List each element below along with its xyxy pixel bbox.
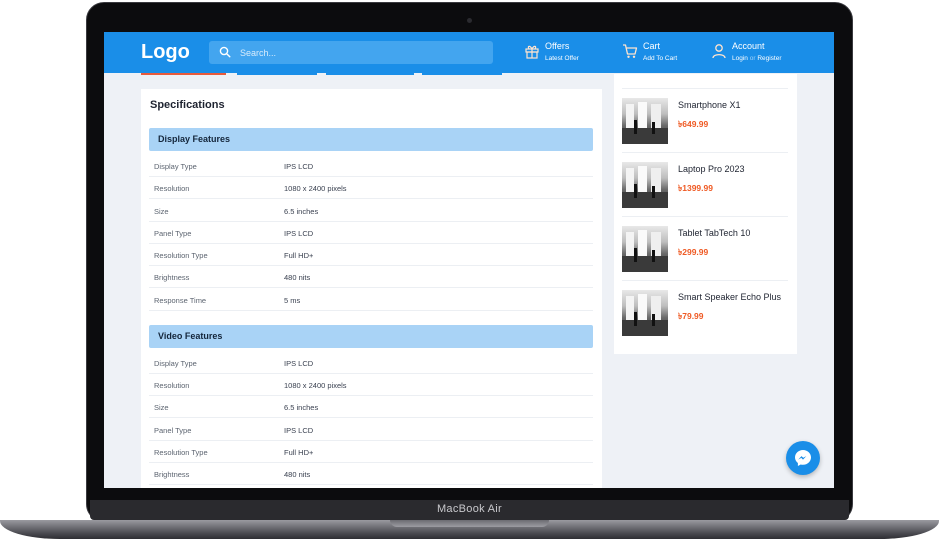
spec-row: Resolution Type Full HD+: [149, 441, 593, 463]
group-title: Display Features: [158, 134, 231, 144]
spec-value: 5 ms: [284, 296, 301, 305]
spec-key: Response Time: [154, 296, 207, 305]
tab-indicator: [326, 73, 414, 75]
product-price: ৳299.99: [678, 247, 709, 257]
browser-viewport[interactable]: Logo Offers Latest Offer: [104, 32, 834, 488]
spec-key: Size: [154, 207, 169, 216]
cart-icon: [623, 44, 638, 58]
spec-value: IPS LCD: [284, 162, 314, 171]
user-icon: [712, 44, 726, 59]
account-separator: or: [749, 55, 756, 62]
model-label: MacBook Air: [436, 503, 503, 515]
gift-icon: [525, 45, 539, 59]
site-logo[interactable]: Logo: [141, 41, 190, 64]
search-input[interactable]: [240, 41, 480, 64]
cart-title: Cart: [643, 41, 661, 51]
spec-row: Resolution 1080 x 2400 pixels: [149, 374, 593, 396]
login-link[interactable]: Login: [732, 55, 748, 62]
group-header-video: Video Features: [149, 325, 593, 348]
product-price: ৳649.99: [678, 119, 709, 129]
spec-row: Size 6.5 inches: [149, 200, 593, 222]
messenger-icon: [795, 450, 811, 466]
product-thumbnail[interactable]: [622, 162, 668, 208]
tab-indicator: [422, 73, 502, 75]
spec-value: 480 nits: [284, 273, 311, 282]
laptop-notch: [390, 520, 549, 527]
account-links: Login or Register: [732, 55, 782, 62]
spec-row: Brightness 480 nits: [149, 266, 593, 288]
product-price: ৳1399.99: [678, 183, 713, 193]
spec-key: Brightness: [154, 470, 190, 479]
related-products-panel: Smartphone X1 ৳649.99 Laptop Pro 2023 ৳1…: [614, 74, 797, 354]
account-title: Account: [732, 41, 765, 51]
specifications-panel: Specifications Display Features Display …: [141, 89, 602, 488]
account-menu[interactable]: Account Login or Register: [711, 40, 811, 66]
spec-value: IPS LCD: [284, 229, 314, 238]
register-link[interactable]: Register: [757, 55, 781, 62]
product-name[interactable]: Tablet TabTech 10: [678, 228, 750, 238]
spec-key: Panel Type: [154, 426, 192, 435]
spec-key: Resolution: [154, 381, 190, 390]
spec-key: Resolution Type: [154, 448, 208, 457]
product-item[interactable]: Laptop Pro 2023 ৳1399.99: [622, 152, 788, 216]
offers-title: Offers: [545, 41, 570, 51]
messenger-chat-button[interactable]: [786, 441, 820, 475]
search-icon: [219, 46, 231, 58]
offers-subtitle: Latest Offer: [545, 55, 579, 62]
cart-subtitle: Add To Cart: [643, 55, 678, 62]
spec-value: IPS LCD: [284, 359, 314, 368]
product-item[interactable]: Smart Speaker Echo Plus ৳79.99: [622, 280, 788, 344]
group-title: Video Features: [158, 331, 223, 341]
spec-value: Full HD+: [284, 448, 314, 457]
spec-row: Response Time 5 ms: [149, 289, 593, 311]
spec-row: Size 6.5 inches: [149, 396, 593, 418]
tab-indicator-active: [141, 73, 226, 75]
spec-key: Brightness: [154, 273, 190, 282]
specifications-title: Specifications: [150, 99, 225, 111]
search-box[interactable]: [209, 41, 493, 64]
spec-key: Panel Type: [154, 229, 192, 238]
spec-value: 6.5 inches: [284, 403, 319, 412]
product-name[interactable]: Smart Speaker Echo Plus: [678, 292, 781, 302]
spec-value: 6.5 inches: [284, 207, 319, 216]
spec-key: Resolution: [154, 184, 190, 193]
tab-indicator: [237, 73, 317, 75]
spec-key: Display Type: [154, 162, 197, 171]
laptop-frame: MacBook Air Logo Offers: [0, 0, 939, 539]
spec-key: Size: [154, 403, 169, 412]
camera-icon: [467, 18, 472, 23]
cart-link[interactable]: Cart Add To Cart: [622, 40, 692, 66]
spec-row: Display Type IPS LCD: [149, 155, 593, 177]
spec-row: Resolution 1080 x 2400 pixels: [149, 177, 593, 199]
product-name[interactable]: Laptop Pro 2023: [678, 164, 745, 174]
product-name[interactable]: Smartphone X1: [678, 100, 741, 110]
offers-link[interactable]: Offers Latest Offer: [524, 40, 594, 66]
spec-row: Brightness 480 nits: [149, 463, 593, 485]
spec-row: Resolution Type Full HD+: [149, 244, 593, 266]
spec-key: Resolution Type: [154, 251, 208, 260]
spec-value: 1080 x 2400 pixels: [284, 184, 347, 193]
product-price: ৳79.99: [678, 311, 704, 321]
spec-row: Display Type IPS LCD: [149, 352, 593, 374]
product-thumbnail[interactable]: [622, 98, 668, 144]
product-thumbnail[interactable]: [622, 226, 668, 272]
spec-value: 480 nits: [284, 470, 311, 479]
product-item[interactable]: Smartphone X1 ৳649.99: [622, 88, 788, 152]
spec-row: Panel Type IPS LCD: [149, 222, 593, 244]
group-header-display: Display Features: [149, 128, 593, 151]
product-item[interactable]: Tablet TabTech 10 ৳299.99: [622, 216, 788, 280]
spec-value: 1080 x 2400 pixels: [284, 381, 347, 390]
spec-key: Display Type: [154, 359, 197, 368]
spec-value: IPS LCD: [284, 426, 314, 435]
product-thumbnail[interactable]: [622, 290, 668, 336]
spec-row: Panel Type IPS LCD: [149, 419, 593, 441]
site-header: Logo Offers Latest Offer: [104, 32, 834, 73]
spec-value: Full HD+: [284, 251, 314, 260]
